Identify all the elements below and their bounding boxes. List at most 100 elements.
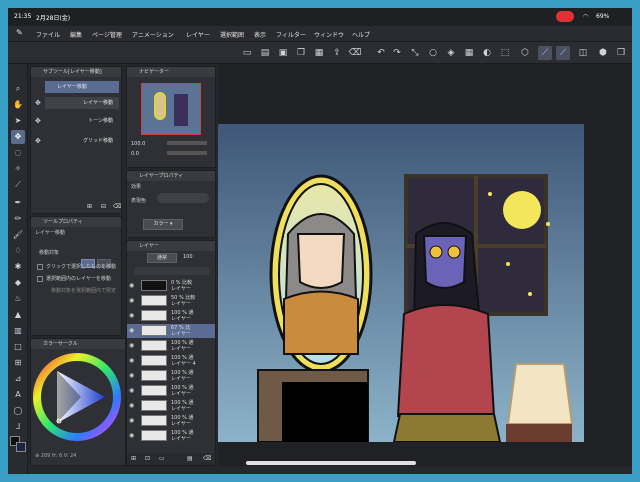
eraser-tool-icon[interactable]: ◆	[11, 276, 25, 290]
layer-opacity[interactable]: 100	[183, 254, 193, 260]
layer-visibility-icon[interactable]: ◉	[129, 327, 134, 334]
layer-option-buttons[interactable]	[135, 267, 209, 275]
canvas-area[interactable]	[218, 64, 632, 466]
blend-mode-select[interactable]: 通常	[147, 253, 177, 263]
menu-view[interactable]: 表示	[254, 30, 266, 39]
sub-tool-item-layer-move[interactable]: レイヤー移動	[45, 81, 119, 93]
layer-row[interactable]: ◉ 100 % 通レイヤー	[127, 369, 215, 383]
gradient-tool-icon[interactable]: ▥	[11, 324, 25, 338]
layer-stack-icon[interactable]: ◫	[576, 46, 590, 60]
operation-tool-icon[interactable]: ➤	[11, 114, 25, 128]
layer-row[interactable]: ◉ 100 % 通レイヤー 4	[127, 354, 215, 368]
menu-filter[interactable]: フィルター	[276, 30, 306, 39]
open-file-icon[interactable]: ▤	[258, 46, 272, 60]
navigator-preview[interactable]	[141, 83, 201, 135]
layer-visibility-icon[interactable]: ◉	[129, 342, 134, 349]
menu-selection[interactable]: 選択範囲	[220, 30, 244, 39]
sub-color-swatch[interactable]	[16, 442, 26, 452]
layer-row[interactable]: ◉ 100 % 通レイヤー	[127, 399, 215, 413]
perspective-snap-icon[interactable]: ⟋	[556, 46, 570, 60]
eyedropper-icon[interactable]: ⟋	[11, 178, 25, 192]
frame-tool-icon[interactable]: ⊞	[11, 356, 25, 370]
layer-row[interactable]: ◉ 100 % 通レイヤー	[127, 429, 215, 443]
color-wheel[interactable]	[31, 351, 126, 451]
option-click-select[interactable]: クリックで選択したものを移動	[31, 261, 121, 273]
layer-visibility-icon[interactable]: ◉	[129, 402, 134, 409]
menu-window[interactable]: ウィンドウ	[314, 30, 344, 39]
layer-visibility-icon[interactable]: ◉	[129, 282, 134, 289]
magic-wand-icon[interactable]: ✧	[11, 162, 25, 176]
paste-icon[interactable]: ▦	[312, 46, 326, 60]
fill-tool-icon[interactable]: ▲	[11, 308, 25, 322]
layer-visibility-icon[interactable]: ◉	[129, 387, 134, 394]
layers-3d-icon[interactable]: ❒	[614, 46, 628, 60]
layer-row[interactable]: ◉ 100 % 通レイヤー	[127, 309, 215, 323]
layer-row[interactable]: ◉ 100 % 通レイヤー	[127, 339, 215, 353]
display-color-select[interactable]: カラー ▾	[143, 219, 183, 230]
layer-visibility-icon[interactable]: ◉	[129, 432, 134, 439]
sub-tool-item-layer-move-2[interactable]: レイヤー移動	[45, 97, 119, 109]
brush-tool-icon[interactable]: 🖌	[11, 228, 25, 242]
menu-animation[interactable]: アニメーション	[132, 30, 174, 39]
new-vector-layer-icon[interactable]: ⊡	[145, 455, 150, 462]
layer-visibility-icon[interactable]: ◉	[129, 357, 134, 364]
pen-tool-icon[interactable]: ✒	[11, 196, 25, 210]
layer-row[interactable]: ◉ 67 % 比レイヤー	[127, 324, 215, 338]
transform-icon[interactable]: ⤡	[408, 46, 422, 60]
checkbox-selection-move[interactable]	[37, 275, 43, 282]
layer-visibility-icon[interactable]: ◉	[129, 312, 134, 319]
zoom-tool-icon[interactable]: ⌕	[11, 82, 25, 96]
delete-layer-icon[interactable]: ⌫	[203, 455, 211, 462]
rotate-slider[interactable]	[167, 151, 207, 155]
option-selection-move[interactable]: 選択範囲内のレイヤーを移動	[31, 273, 121, 285]
menu-help[interactable]: ヘルプ	[352, 30, 370, 39]
menu-page[interactable]: ページ管理	[92, 30, 122, 39]
trash-icon[interactable]: ⌫	[348, 46, 362, 60]
cube-icon[interactable]: ⬢	[596, 46, 610, 60]
delete-subtool-icon[interactable]: ⌫	[113, 203, 121, 210]
grid-icon[interactable]: ▦	[462, 46, 476, 60]
artwork-canvas[interactable]	[218, 124, 584, 442]
add-subtool-icon[interactable]: ⊞	[87, 203, 92, 210]
ruler-tool-icon[interactable]: ⊿	[11, 372, 25, 386]
ruler-snap-icon[interactable]: ⟋	[538, 46, 552, 60]
lasso-tool-icon[interactable]: ◌	[11, 146, 25, 160]
decoration-tool-icon[interactable]: ✱	[11, 260, 25, 274]
undo-icon[interactable]: ↶	[374, 46, 388, 60]
blend-tool-icon[interactable]: ♨	[11, 292, 25, 306]
save-icon[interactable]: ▣	[276, 46, 290, 60]
layer-row[interactable]: ◉ 100 % 通レイヤー	[127, 414, 215, 428]
layer-row[interactable]: ◉ 0 % 比較 レイヤー	[127, 279, 215, 293]
new-file-icon[interactable]: ▭	[240, 46, 254, 60]
line-correction-icon[interactable]: ⅃	[11, 420, 25, 434]
text-tool-icon[interactable]: A	[11, 388, 25, 402]
pencil-tool-icon[interactable]: ✏	[11, 212, 25, 226]
redo-icon[interactable]: ↷	[390, 46, 404, 60]
layer-settings-icon[interactable]: ▤	[187, 455, 193, 462]
new-folder-icon[interactable]: ▭	[159, 455, 165, 462]
zoom-slider[interactable]	[167, 141, 207, 145]
airbrush-icon[interactable]: ♢	[11, 244, 25, 258]
layer-row[interactable]: ◉ 50 % 比較 レイヤー	[127, 294, 215, 308]
home-indicator[interactable]	[246, 461, 416, 465]
bucket-icon[interactable]: ◐	[480, 46, 494, 60]
layer-visibility-icon[interactable]: ◉	[129, 417, 134, 424]
menu-file[interactable]: ファイル	[36, 30, 60, 39]
copy-icon[interactable]: ❐	[294, 46, 308, 60]
layer-visibility-icon[interactable]: ◉	[129, 372, 134, 379]
lasso-icon[interactable]: ⬡	[518, 46, 532, 60]
hand-tool-icon[interactable]: ✋	[11, 98, 25, 112]
layer-visibility-icon[interactable]: ◉	[129, 297, 134, 304]
fill-icon[interactable]: ◈	[444, 46, 458, 60]
sub-tool-item-grid-move[interactable]: グリッド移動	[45, 135, 119, 147]
figure-tool-icon[interactable]: □	[11, 340, 25, 354]
balloon-tool-icon[interactable]: ◯	[11, 404, 25, 418]
menu-edit[interactable]: 編集	[70, 30, 82, 39]
subtool-settings-icon[interactable]: ⊟	[101, 203, 106, 210]
layer-row[interactable]: ◉ 100 % 通レイヤー	[127, 384, 215, 398]
checkbox-click-select[interactable]	[37, 263, 43, 270]
export-icon[interactable]: ⇪	[330, 46, 344, 60]
circle-select-icon[interactable]: ○	[426, 46, 440, 60]
move-layer-tool-icon[interactable]: ✥	[11, 130, 25, 144]
app-logo-icon[interactable]: ✎	[16, 28, 23, 37]
